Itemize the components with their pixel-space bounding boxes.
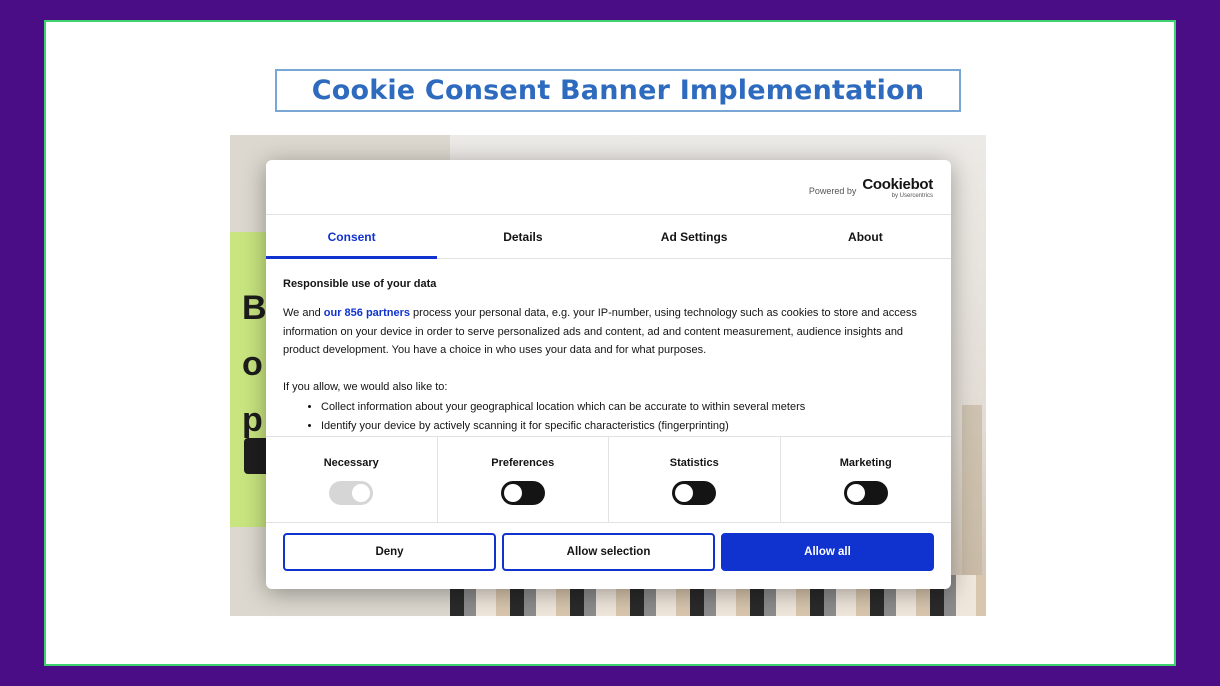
cookie-consent-dialog: Powered by Cookiebot by Usercentrics Con…	[266, 160, 951, 589]
switch-knob	[846, 484, 865, 502]
toggle-marketing: Marketing	[781, 437, 952, 522]
statistics-switch[interactable]	[672, 481, 717, 505]
allow-selection-button[interactable]: Allow selection	[502, 533, 715, 571]
deny-button[interactable]: Deny	[283, 533, 496, 571]
switch-knob	[352, 484, 371, 502]
para-prefix: We and	[283, 307, 324, 319]
consent-toggles: Necessary Preferences Statistics Marketi…	[266, 436, 951, 523]
dialog-tabs: Consent Details Ad Settings About	[266, 215, 951, 259]
toggle-label: Marketing	[839, 457, 892, 469]
tab-consent[interactable]: Consent	[266, 215, 438, 259]
dialog-header: Powered by Cookiebot by Usercentrics	[266, 160, 951, 215]
consent-body: Responsible use of your data We and our …	[283, 278, 933, 436]
list-item: Identify your device by actively scannin…	[321, 417, 933, 436]
cookiebot-brand-sub: by Usercentrics	[891, 193, 933, 199]
partners-link[interactable]: our 856 partners	[324, 307, 410, 319]
bg-letter: o	[242, 345, 263, 383]
list-item: Collect information about your geographi…	[321, 398, 933, 417]
bg-letter: B	[242, 289, 267, 327]
tab-about[interactable]: About	[780, 215, 951, 258]
consent-paragraph: We and our 856 partners process your per…	[283, 304, 933, 360]
necessary-switch	[329, 481, 374, 505]
switch-knob	[503, 484, 522, 502]
toggle-label: Statistics	[669, 457, 719, 469]
slide-title: Cookie Consent Banner Implementation	[275, 69, 961, 112]
toggle-statistics: Statistics	[609, 437, 781, 522]
powered-by[interactable]: Powered by Cookiebot by Usercentrics	[809, 177, 933, 200]
consent-heading: Responsible use of your data	[283, 278, 437, 290]
allow-intro: If you allow, we would also like to:	[283, 380, 448, 393]
powered-by-text: Powered by	[808, 186, 857, 196]
tab-ad-settings[interactable]: Ad Settings	[609, 215, 780, 258]
tab-details[interactable]: Details	[437, 215, 608, 258]
toggle-necessary: Necessary	[266, 437, 438, 522]
switch-knob	[675, 484, 694, 502]
allow-list: Collect information about your geographi…	[283, 398, 933, 436]
marketing-switch[interactable]	[843, 481, 888, 505]
allow-all-button[interactable]: Allow all	[721, 533, 934, 571]
toggle-label: Preferences	[491, 457, 555, 469]
toggle-label: Necessary	[323, 457, 379, 469]
cookiebot-brand: Cookiebot	[862, 176, 933, 193]
preferences-switch[interactable]	[500, 481, 545, 505]
consent-buttons: Deny Allow selection Allow all	[283, 533, 934, 571]
toggle-preferences: Preferences	[438, 437, 609, 522]
cookiebot-logo: Cookiebot by Usercentrics	[862, 177, 933, 200]
bg-heading-letters: B o p	[242, 280, 267, 448]
